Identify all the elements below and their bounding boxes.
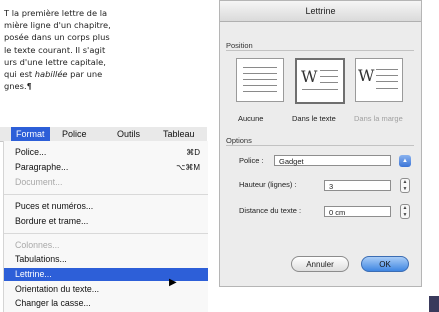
doc-line-1: T la première lettre de la: [4, 8, 108, 18]
menu-item-document: Document...: [4, 176, 208, 189]
menu-item-label: Changer la casse...: [15, 298, 91, 308]
menu-police[interactable]: Police: [62, 127, 87, 141]
document-text-area: T la première lettre de la mière ligne d…: [0, 0, 210, 125]
distance-label: Distance du texte :: [239, 206, 302, 215]
menu-format[interactable]: Format: [11, 127, 50, 141]
menu-item-label: Tabulations...: [15, 254, 67, 264]
menu-item-label: Paragraphe...: [15, 162, 69, 172]
hauteur-input[interactable]: 3: [324, 180, 391, 191]
menu-bar: Format Police Outils Tableau: [0, 127, 207, 142]
menu-item-label: Police...: [15, 147, 47, 157]
format-menu: Police... ⌘D Paragraphe... ⌥⌘M Document.…: [3, 141, 208, 312]
doc-line-3: posée dans un corps plus: [4, 32, 110, 43]
text-line: [243, 85, 277, 86]
menu-outils[interactable]: Outils: [117, 127, 140, 141]
mouse-pointer-icon: ▶: [169, 277, 177, 288]
doc-line-6b: par une: [67, 69, 103, 80]
window-corner-fragment: [429, 296, 439, 312]
position-dans-marge-option[interactable]: W: [355, 58, 403, 102]
doc-line-7: gnes.¶: [4, 81, 32, 92]
menu-item-tabulations[interactable]: Tabulations...: [4, 253, 208, 266]
menu-item-label: Orientation du texte...: [15, 284, 100, 294]
document-paragraph: T la première lettre de la mière ligne d…: [4, 7, 208, 92]
hauteur-stepper-arrows-icon[interactable]: ▲ ▼: [400, 178, 410, 193]
distance-stepper-arrows-icon[interactable]: ▲ ▼: [400, 204, 410, 219]
dialog-title: Lettrine: [220, 1, 421, 22]
text-line: [376, 81, 398, 82]
text-line: [243, 79, 277, 80]
text-line: [302, 89, 338, 90]
menu-item-label: Bordure et trame...: [15, 216, 89, 226]
menu-item-shortcut: ⌥⌘M: [176, 163, 200, 172]
text-line: [320, 70, 338, 71]
drop-cap-letter: W: [301, 67, 318, 86]
text-line: [243, 67, 277, 68]
menu-item-paragraphe[interactable]: Paragraphe... ⌥⌘M: [4, 161, 208, 174]
text-line: [376, 88, 398, 89]
menu-item-label: Document...: [15, 177, 63, 187]
menu-separator: [4, 194, 208, 195]
menu-item-label: Colonnes...: [15, 240, 60, 250]
select-arrows-icon[interactable]: ▲: [399, 155, 411, 167]
menu-tableau[interactable]: Tableau: [163, 127, 195, 141]
text-line: [320, 76, 338, 77]
text-line: [320, 82, 338, 83]
menu-item-puces[interactable]: Puces et numéros...: [4, 200, 208, 213]
menu-item-changer-casse[interactable]: Changer la casse...: [4, 297, 208, 310]
position-section-label: Position: [226, 41, 414, 51]
menu-item-police[interactable]: Police... ⌘D: [4, 146, 208, 159]
menu-item-label: Puces et numéros...: [15, 201, 94, 211]
position-none-label: Aucune: [238, 114, 264, 123]
menu-separator: [4, 233, 208, 234]
police-select[interactable]: Gadget: [274, 155, 391, 166]
position-dans-texte-label: Dans le texte: [292, 114, 336, 123]
menu-item-orientation[interactable]: Orientation du texte...: [4, 283, 208, 296]
options-section-label: Options: [226, 136, 414, 146]
position-none-option[interactable]: [236, 58, 284, 102]
text-line: [376, 69, 398, 70]
drop-cap-letter: W: [358, 66, 375, 85]
cancel-button[interactable]: Annuler: [291, 256, 349, 272]
menu-item-colonnes: Colonnes...: [4, 239, 208, 252]
distance-input[interactable]: 0 cm: [324, 206, 391, 217]
hauteur-label: Hauteur (lignes) :: [239, 180, 297, 189]
text-line: [243, 91, 277, 92]
menu-item-lettrine[interactable]: Lettrine...: [4, 268, 208, 281]
text-line: [243, 73, 277, 74]
doc-line-5: urs d'une lettre capitale,: [4, 56, 106, 67]
doc-line-2: mière ligne d'un chapitre,: [4, 20, 111, 31]
police-label: Police :: [239, 156, 264, 165]
menu-item-shortcut: ⌘D: [186, 148, 200, 157]
menu-item-bordure[interactable]: Bordure et trame...: [4, 215, 208, 228]
lettrine-dialog: Lettrine Position W W Aucune Dans le tex…: [219, 0, 422, 287]
text-line: [376, 75, 398, 76]
position-dans-texte-option[interactable]: W: [295, 58, 345, 104]
doc-line-4: le texte courant. Il s'agit: [4, 44, 106, 55]
doc-line-6a: qui est: [4, 69, 35, 80]
menu-item-label: Lettrine...: [15, 269, 52, 279]
position-dans-marge-label: Dans la marge: [354, 114, 403, 123]
doc-line-6-emphasis: habillée: [34, 69, 68, 80]
ok-button[interactable]: OK: [361, 256, 409, 272]
